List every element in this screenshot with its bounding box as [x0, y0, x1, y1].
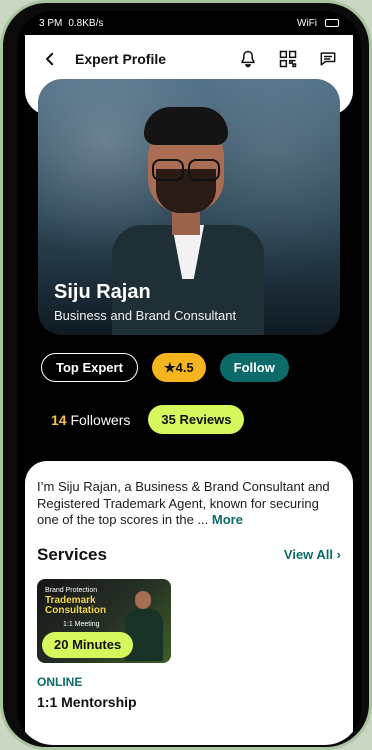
bio-text: I’m Siju Rajan, a Business & Brand Consu…: [37, 479, 341, 529]
header-left: Expert Profile: [37, 46, 166, 72]
header-row: Expert Profile: [25, 35, 353, 83]
notifications-button[interactable]: [235, 46, 261, 72]
profile-text: Siju Rajan Business and Brand Consultant: [54, 282, 236, 323]
profile-role: Business and Brand Consultant: [54, 308, 237, 323]
profile-stats: 14 Followers 35 Reviews: [51, 405, 245, 434]
followers-stat: 14 Followers: [51, 412, 130, 428]
content-card: I’m Siju Rajan, a Business & Brand Consu…: [25, 461, 353, 745]
service-name: 1:1 Mentorship: [37, 693, 137, 710]
phone-frame: 3 PM 0.8KB/s WiFi Expert Profile Siju Ra…: [0, 0, 372, 750]
view-all-link[interactable]: View All ›: [284, 547, 341, 562]
qr-code-icon: [279, 50, 297, 68]
profile-photo-hair: [144, 107, 228, 145]
top-expert-badge: Top Expert: [41, 353, 138, 382]
phone-screen: 3 PM 0.8KB/s WiFi Expert Profile Siju Ra…: [17, 11, 361, 745]
duration-badge: 20 Minutes: [42, 631, 134, 658]
status-bar: 3 PM 0.8KB/s WiFi: [17, 11, 361, 35]
follow-button[interactable]: Follow: [219, 353, 289, 382]
followers-label: Followers: [70, 411, 131, 428]
followers-count: 14: [51, 411, 67, 428]
service-card-photo-body: [125, 608, 163, 661]
profile-hero: Siju Rajan Business and Brand Consultant: [38, 79, 340, 335]
view-all-label: View All: [283, 547, 334, 563]
page-title: Expert Profile: [75, 51, 167, 67]
status-time: 3 PM: [39, 17, 63, 29]
back-button[interactable]: [37, 46, 63, 72]
service-card-sub: 1:1 Meeting: [63, 620, 100, 628]
rating-badge: ★4.5: [151, 353, 206, 382]
profile-actions: Top Expert ★4.5 Follow: [41, 353, 289, 382]
qr-button[interactable]: [275, 46, 301, 72]
more-link[interactable]: More: [212, 512, 243, 527]
service-card-title-line-2: Consultation: [45, 605, 107, 617]
header-actions: [235, 46, 341, 72]
service-mode: ONLINE: [37, 674, 83, 689]
profile-photo-glasses: [152, 159, 220, 181]
reviews-button[interactable]: 35 Reviews: [148, 405, 245, 434]
service-card-kicker: Brand Protection: [45, 586, 98, 594]
service-card-image[interactable]: Brand Protection Trademark Consultation …: [37, 578, 171, 663]
status-right: WiFi: [297, 18, 339, 29]
status-speed: 0.8KB/s: [68, 17, 104, 29]
bio-body: I’m Siju Rajan, a Business & Brand Consu…: [37, 479, 330, 528]
battery-icon: [325, 19, 339, 27]
chevron-right-icon: ›: [336, 547, 341, 563]
bell-icon: [241, 50, 255, 68]
service-card-photo-head: [135, 590, 151, 609]
back-arrow-icon: [46, 52, 54, 66]
status-left: 3 PM 0.8KB/s: [39, 18, 103, 29]
network-label: WiFi: [297, 17, 317, 29]
services-title: Services: [37, 544, 107, 564]
service-card-title: Trademark Consultation: [45, 595, 107, 617]
profile-name: Siju Rajan: [54, 281, 151, 303]
services-header: Services View All ›: [37, 545, 341, 565]
chat-icon: [320, 52, 336, 66]
chat-button[interactable]: [315, 46, 341, 72]
